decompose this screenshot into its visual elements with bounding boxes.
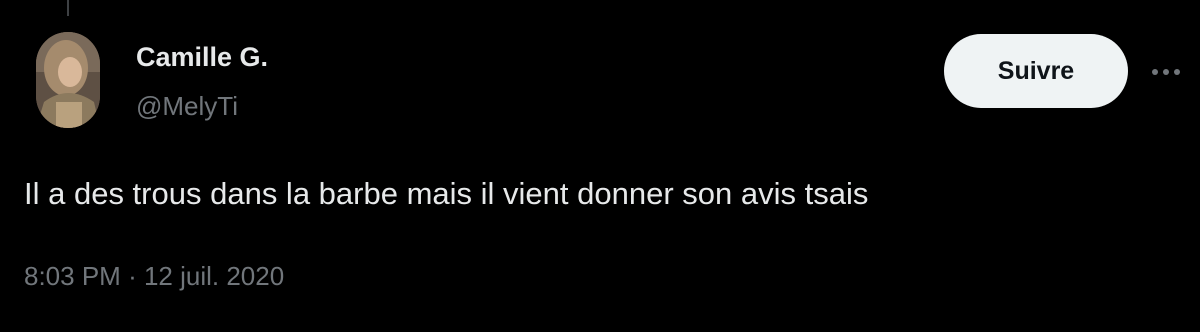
avatar[interactable]	[36, 32, 100, 128]
more-horizontal-icon	[1152, 69, 1180, 75]
tweet-time[interactable]: 8:03 PM	[24, 261, 121, 291]
tweet-timestamp: 8:03 PM · 12 juil. 2020	[24, 259, 284, 293]
author-handle[interactable]: @MelyTi	[136, 90, 268, 122]
author-display-name[interactable]: Camille G.	[136, 40, 268, 74]
follow-button[interactable]: Suivre	[944, 34, 1128, 108]
profile-photo	[36, 32, 100, 128]
thread-connector-line	[67, 0, 69, 16]
tweet-date[interactable]: 12 juil. 2020	[144, 261, 284, 291]
meta-separator: ·	[128, 261, 137, 291]
tweet-text: Il a des trous dans la barbe mais il vie…	[24, 176, 869, 211]
more-options-button[interactable]	[1144, 56, 1188, 88]
user-info: Camille G. @MelyTi	[136, 40, 268, 122]
